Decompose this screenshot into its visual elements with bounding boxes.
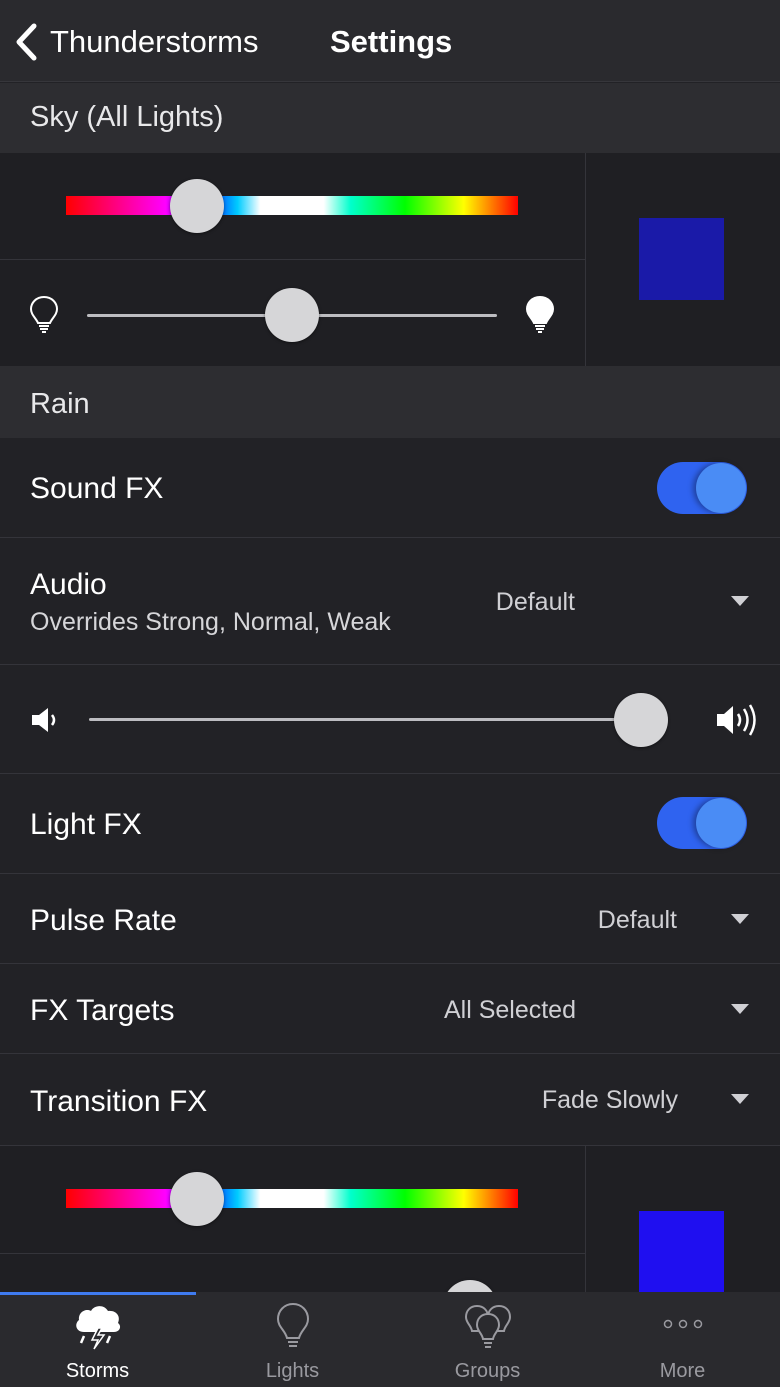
- volume-slider-thumb[interactable]: [614, 693, 668, 747]
- rain-color-swatch[interactable]: [639, 1211, 724, 1292]
- sound-fx-row[interactable]: Sound FX: [0, 438, 780, 538]
- divider: [0, 1253, 585, 1254]
- divider: [0, 259, 585, 260]
- fx-targets-row[interactable]: FX Targets All Selected: [0, 964, 780, 1054]
- chevron-down-icon: [731, 596, 749, 606]
- transition-fx-value: Fade Slowly: [541, 1086, 678, 1114]
- rain-section-header: Rain: [0, 366, 780, 438]
- bulb-group-icon: [464, 1304, 511, 1348]
- navigation-bar: Thunderstorms Settings: [0, 0, 780, 82]
- volume-high-icon: [717, 704, 756, 736]
- divider: [585, 1146, 586, 1292]
- light-fx-label: Light FX: [30, 808, 142, 841]
- sky-color-panel: [0, 153, 780, 366]
- fx-targets-label: FX Targets: [30, 994, 175, 1027]
- tab-groups[interactable]: Groups: [390, 1292, 585, 1387]
- rain-hue-slider-track[interactable]: [66, 1189, 518, 1208]
- sky-color-swatch[interactable]: [639, 218, 724, 300]
- pulse-rate-row[interactable]: Pulse Rate Default: [0, 874, 780, 964]
- transition-fx-row[interactable]: Transition FX Fade Slowly: [0, 1054, 780, 1146]
- fx-targets-value: All Selected: [443, 996, 576, 1024]
- pulse-rate-label: Pulse Rate: [30, 904, 177, 937]
- divider: [585, 153, 586, 366]
- pulse-rate-value: Default: [597, 906, 677, 934]
- rain-color-panel: [0, 1146, 780, 1292]
- storm-cloud-icon: [75, 1306, 120, 1350]
- light-fx-toggle[interactable]: [657, 797, 747, 849]
- page-title: Settings: [330, 24, 453, 59]
- light-bulb-icon: [276, 1302, 309, 1347]
- chevron-left-icon: [16, 23, 37, 61]
- more-dots-icon: [663, 1319, 702, 1329]
- audio-label: Audio: [30, 568, 107, 601]
- sky-section-title: Sky (All Lights): [30, 101, 224, 133]
- volume-low-icon: [32, 708, 56, 732]
- light-fx-row[interactable]: Light FX: [0, 774, 780, 874]
- tab-bar: Storms Lights Groups More: [0, 1292, 780, 1387]
- rain-section-title: Rain: [30, 388, 90, 420]
- tab-label: Groups: [454, 1360, 521, 1382]
- sound-fx-toggle[interactable]: [657, 462, 747, 514]
- audio-row[interactable]: Audio Overrides Strong, Normal, Weak Def…: [0, 538, 780, 665]
- audio-value: Default: [495, 588, 575, 616]
- chevron-down-icon: [731, 1094, 749, 1104]
- tab-storms[interactable]: Storms: [0, 1292, 195, 1387]
- sky-hue-slider-thumb[interactable]: [170, 179, 225, 233]
- rain-brightness-slider-thumb[interactable]: [443, 1280, 497, 1292]
- tab-label: More: [659, 1360, 706, 1382]
- bright-bulb-icon: [525, 295, 555, 333]
- toggle-knob: [696, 463, 746, 513]
- volume-slider-track[interactable]: [89, 718, 664, 721]
- tab-label: Lights: [265, 1360, 320, 1382]
- toggle-knob: [696, 798, 746, 848]
- sky-hue-slider-track[interactable]: [66, 196, 518, 215]
- dim-bulb-icon: [29, 295, 59, 333]
- audio-subtitle: Overrides Strong, Normal, Weak: [30, 608, 391, 636]
- back-button[interactable]: Thunderstorms: [14, 20, 258, 64]
- volume-row: [0, 665, 780, 774]
- chevron-down-icon: [731, 914, 749, 924]
- sky-brightness-slider-thumb[interactable]: [265, 288, 319, 342]
- transition-fx-label: Transition FX: [30, 1085, 208, 1118]
- back-button-label: Thunderstorms: [50, 24, 259, 59]
- tab-lights[interactable]: Lights: [195, 1292, 390, 1387]
- rain-hue-slider-thumb[interactable]: [170, 1172, 225, 1226]
- sky-section-header: Sky (All Lights): [0, 83, 780, 153]
- sound-fx-label: Sound FX: [30, 472, 164, 505]
- tab-more[interactable]: More: [585, 1292, 780, 1387]
- tab-label: Storms: [65, 1360, 130, 1382]
- chevron-down-icon: [731, 1004, 749, 1014]
